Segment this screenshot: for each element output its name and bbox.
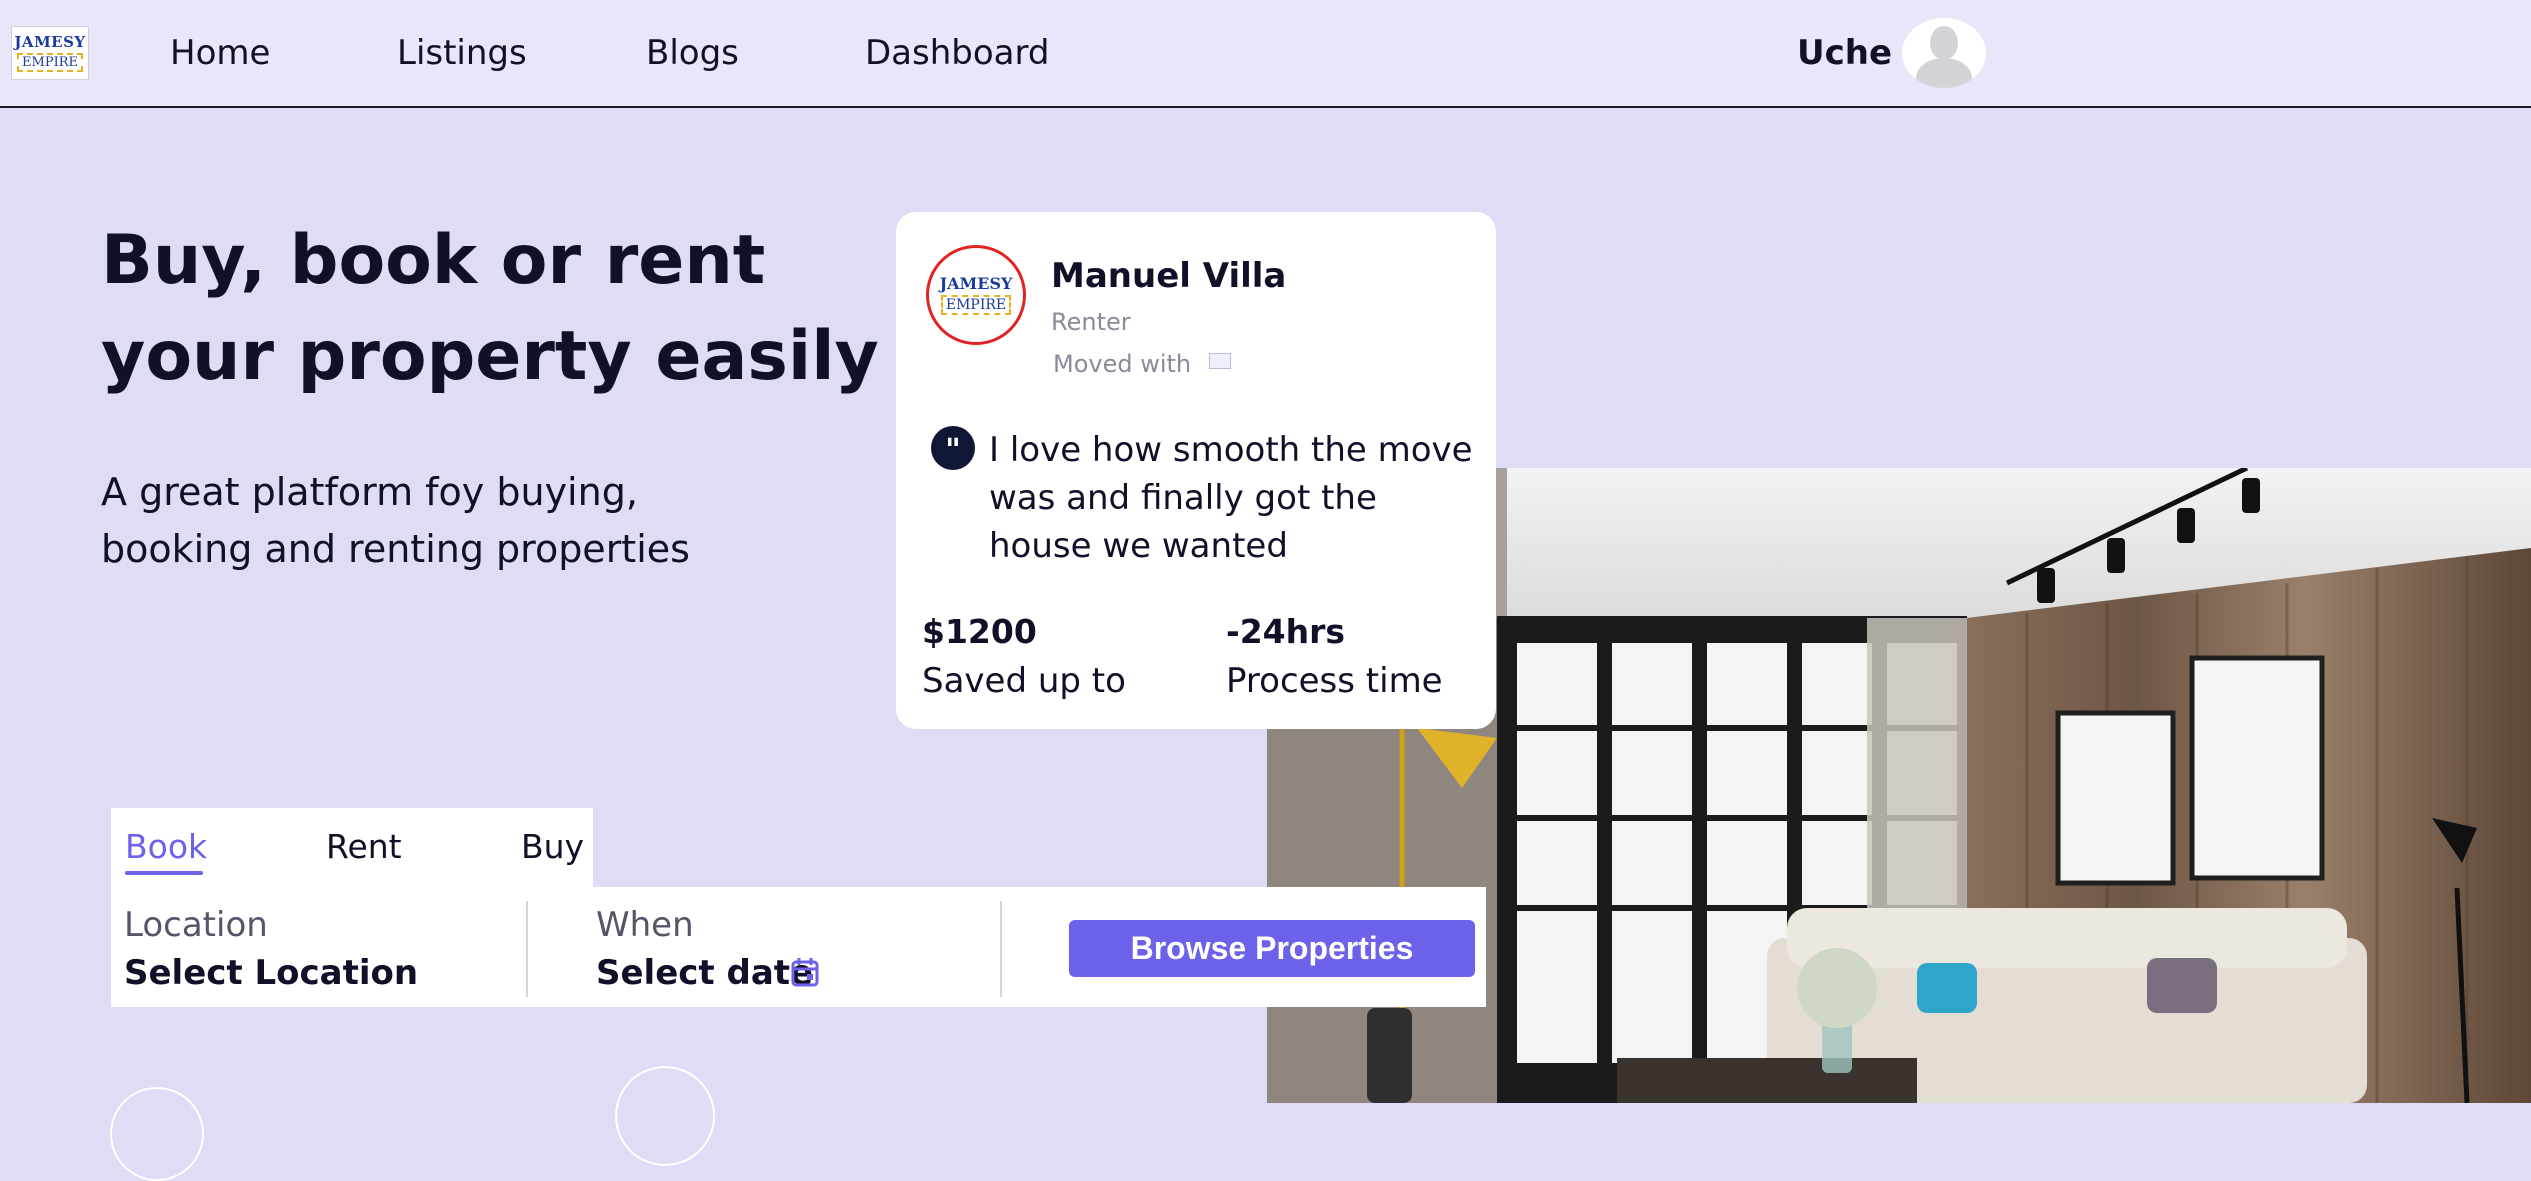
stat-savings-value: $1200 xyxy=(922,612,1037,651)
testimonial-company-logo: JAMESY EMPIRE xyxy=(926,245,1026,345)
search-tabs: Book Rent Buy xyxy=(111,808,593,887)
reviewer-name: Manuel Villa xyxy=(1051,256,1287,296)
logo-line-2: EMPIRE xyxy=(17,53,83,72)
logo-line-1: JAMESY xyxy=(14,33,86,51)
quote-icon: " xyxy=(931,426,975,470)
moved-with-logo-icon xyxy=(1209,353,1231,369)
tab-book[interactable]: Book xyxy=(125,826,207,868)
calendar-icon[interactable] xyxy=(790,956,820,992)
hero-subtitle: A great platform foy buying, booking and… xyxy=(101,470,690,571)
t-logo-line-2: EMPIRE xyxy=(940,295,1012,315)
reviewer-role: Renter xyxy=(1051,308,1131,336)
avatar-head xyxy=(1930,26,1958,60)
location-select[interactable]: Select Location xyxy=(124,953,418,993)
location-label: Location xyxy=(124,905,268,945)
testimonial-quote: I love how smooth the move was and final… xyxy=(989,430,1473,566)
when-label: When xyxy=(596,905,694,945)
tab-active-indicator xyxy=(125,871,203,875)
nav-listings[interactable]: Listings xyxy=(397,33,527,73)
tab-rent[interactable]: Rent xyxy=(326,826,402,868)
stat-process-value: -24hrs xyxy=(1226,612,1346,651)
user-name[interactable]: Uche xyxy=(1797,33,1892,73)
testimonial-card: JAMESY EMPIRE Manuel Villa Renter Moved … xyxy=(896,212,1496,729)
tab-buy[interactable]: Buy xyxy=(521,826,584,868)
stat-savings-label: Saved up to xyxy=(922,661,1126,701)
search-bar: Location Select Location When Select dat… xyxy=(111,887,1486,1007)
field-divider xyxy=(1000,901,1002,997)
t-logo-line-1: JAMESY xyxy=(939,274,1013,293)
decorative-circle xyxy=(615,1066,715,1166)
moved-with-label: Moved with xyxy=(1053,350,1192,378)
nav-dashboard[interactable]: Dashboard xyxy=(865,33,1049,73)
hero-title: Buy, book or rent your property easily xyxy=(101,221,879,396)
browse-properties-button[interactable]: Browse Properties xyxy=(1069,920,1475,977)
nav-blogs[interactable]: Blogs xyxy=(646,33,739,73)
brand-logo[interactable]: JAMESY EMPIRE xyxy=(11,26,89,80)
decorative-circle xyxy=(110,1087,204,1181)
stat-process-label: Process time xyxy=(1226,661,1443,701)
top-navbar: JAMESY EMPIRE Home Listings Blogs Dashbo… xyxy=(0,0,2531,108)
field-divider xyxy=(526,901,528,997)
nav-home[interactable]: Home xyxy=(170,33,270,73)
user-avatar-icon[interactable] xyxy=(1902,18,1986,88)
date-select[interactable]: Select date xyxy=(596,953,813,993)
avatar-body xyxy=(1916,58,1972,88)
